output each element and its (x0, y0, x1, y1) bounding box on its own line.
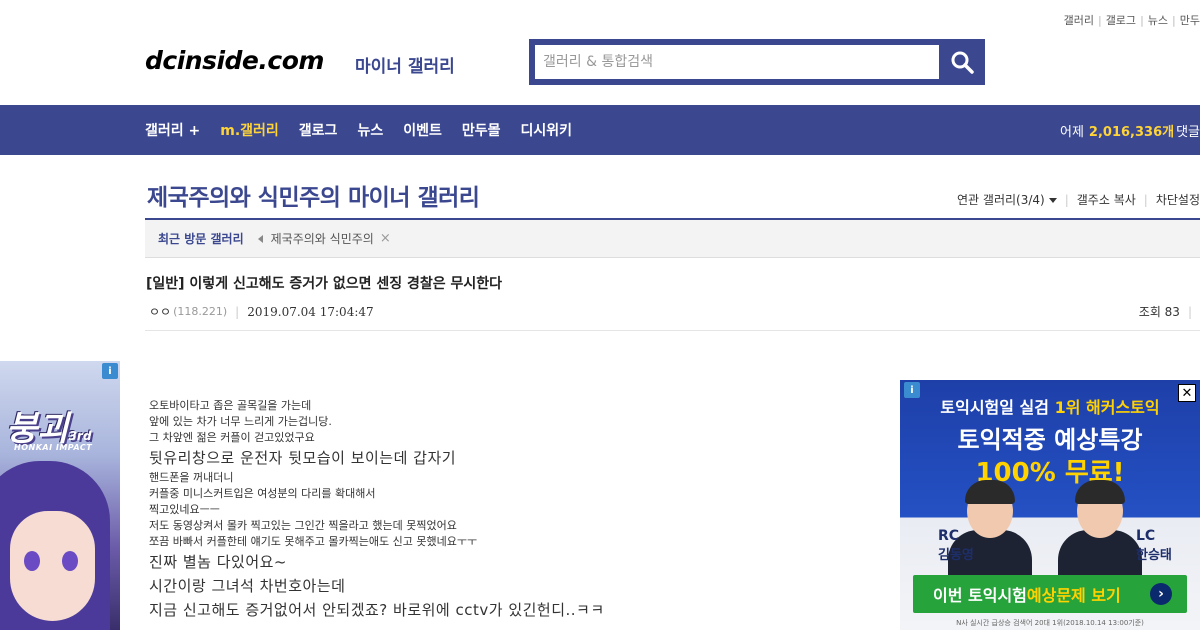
chevron-right-icon: › (1150, 583, 1172, 605)
nav-news[interactable]: 뉴스 (357, 120, 383, 140)
divider: | (1187, 305, 1192, 319)
stats-count: 2,016,336개 (1088, 124, 1175, 140)
ad-headline-3: 100% 무료! (975, 458, 1125, 488)
ad-headline-1b: 1위 해커스토익 (1054, 398, 1160, 417)
recent-gallery-item[interactable]: 제국주의와 식민주의 (271, 230, 374, 247)
post-title: [일반] 이렇게 신고해도 증거가 없으면 센징 경찰은 무시한다 (146, 276, 503, 292)
post-body: 오토바이타고 좁은 골목길을 가는데 앞에 있는 차가 너무 느리게 가는겁니당… (149, 398, 869, 622)
post-body-line: 그 차앞엔 젊은 커플이 걷고있었구요 (149, 431, 315, 444)
arrow-left-icon[interactable] (257, 234, 263, 243)
ad-character-eye (24, 551, 40, 571)
nav-gallog[interactable]: 갤로그 (299, 120, 338, 140)
nav-dcwiki[interactable]: 디시위키 (520, 120, 572, 140)
post-body-line: 앞에 있는 차가 너무 느리게 가는겁니당. (149, 415, 332, 428)
search-icon (951, 51, 974, 74)
ad-character-face (10, 511, 95, 621)
divider: | (235, 304, 240, 319)
ad-game-num: 3rd (68, 429, 92, 443)
ad-game-subtitle: HONKAI IMPACT (14, 443, 93, 452)
related-gallery-button[interactable]: 연관 갤러리(3/4) (957, 191, 1057, 208)
post-date: 2019.07.04 17:04:47 (247, 304, 374, 319)
post-views: 조회 83 | (1139, 303, 1192, 320)
nav-gallery[interactable]: 갤러리 + (145, 120, 200, 140)
ad-rc-code: RC (938, 528, 960, 544)
ad-cta-text-a: 이번 토익시험 (933, 586, 1027, 605)
search-box (529, 39, 985, 85)
close-icon[interactable]: × (380, 231, 391, 246)
post-body-line: 진짜 별놈 다있어요~ (149, 553, 288, 571)
logo-subtitle[interactable]: 마이너 갤러리 (355, 52, 455, 77)
search-input[interactable] (535, 45, 939, 79)
header: dcinside.com 마이너 갤러리 (0, 0, 1200, 105)
site-logo[interactable]: dcinside.com (145, 46, 324, 75)
post-body-line: 뒷유리창으로 운전자 뒷모습이 보이는데 갑자기 (149, 449, 457, 467)
post-ip: (118.221) (173, 305, 228, 318)
nav-event[interactable]: 이벤트 (403, 120, 442, 140)
post-body-line: 쪼끔 바빠서 커플한테 얘기도 못해주고 몰카찍는애도 신고 못했네요ㅜㅜ (149, 535, 478, 548)
ad-headline-2: 토익적중 예상특강 (957, 426, 1143, 454)
ad-cta-text-b: 예상문제 보기 (1026, 586, 1121, 605)
stats-prefix: 어제 (1060, 124, 1084, 140)
post-meta: ㅇㅇ (118.221) | 2019.07.04 17:04:47 (149, 303, 374, 320)
copy-address-button[interactable]: 갤주소 복사 (1077, 191, 1136, 208)
block-settings-button[interactable]: 차단설정 (1156, 191, 1200, 208)
divider: | (1143, 192, 1148, 207)
ad-cta-button[interactable]: 이번 토익시험 예상문제 보기 › (913, 575, 1187, 613)
post-body-line: 핸드폰을 꺼내더니 (149, 471, 234, 484)
ad-lc-tag: LC 한승태 (1136, 528, 1172, 563)
post-author[interactable]: ㅇㅇ (149, 303, 171, 320)
search-button[interactable] (939, 39, 985, 85)
post-body-line: 오토바이타고 좁은 골목길을 가는데 (149, 399, 312, 412)
nav-m-gallery[interactable]: m.갤러리 (220, 120, 279, 140)
post-body-line: 찍고있네요ㅡㅡ (149, 503, 220, 516)
post-body-line: 저도 동영상켜서 몰카 찍고있는 그인간 찍을라고 했는데 못찍었어요 (149, 519, 457, 532)
ad-lc-name: 한승태 (1136, 548, 1172, 563)
main-nav: 갤러리 + m.갤러리 갤로그 뉴스 이벤트 만두몰 디시위키 어제 2,016… (0, 105, 1200, 155)
post-body-line: 커플중 미니스커트입은 여성분의 다리를 확대해서 (149, 487, 376, 500)
post-body-line: 시간이랑 그녀석 차번호아는데 (149, 577, 346, 595)
post-header-divider (145, 330, 1200, 331)
ad-info-icon[interactable]: i (102, 363, 118, 379)
ad-character-eye (62, 551, 78, 571)
stats-suffix: 댓글 (1176, 124, 1200, 140)
divider: | (1064, 192, 1069, 207)
gallery-tools: 연관 갤러리(3/4) | 갤주소 복사 | 차단설정 (957, 191, 1200, 208)
ad-rc-tag: RC 김동영 (938, 528, 974, 563)
recent-gallery-bar: 최근 방문 갤러리 제국주의와 식민주의 × (145, 220, 1200, 258)
gallery-title[interactable]: 제국주의와 식민주의 마이너 갤러리 (147, 178, 480, 212)
nav-mandumall[interactable]: 만두몰 (462, 120, 501, 140)
comment-stats: 어제 2,016,336개 댓글 (1060, 105, 1200, 155)
right-banner-ad[interactable]: i ✕ 토익시험일 실검 1위 해커스토익 토익적중 예상특강 100% 무료!… (900, 380, 1200, 630)
related-gallery-label: 연관 갤러리(3/4) (957, 193, 1045, 207)
ad-headline-1: 토익시험일 실검 1위 해커스토익 (900, 394, 1200, 418)
view-count: 조회 83 (1138, 305, 1180, 319)
ad-lc-code: LC (1136, 528, 1156, 544)
ad-footnote: N사 실시간 급상승 검색어 20대 1위(2018.10.14 13:00기준… (956, 619, 1144, 627)
ad-headline-1a: 토익시험일 실검 (940, 398, 1055, 417)
ad-rc-name: 김동영 (938, 548, 974, 563)
post-body-line: 지금 신고해도 증거없어서 안되겠죠? 바로위에 cctv가 있긴헌디..ㅋㅋ (149, 601, 605, 619)
recent-gallery-label: 최근 방문 갤러리 (158, 232, 244, 246)
nav-items: 갤러리 + m.갤러리 갤로그 뉴스 이벤트 만두몰 디시위키 (145, 105, 592, 155)
left-banner-ad[interactable]: 붕괴3rd HONKAI IMPACT i (0, 361, 120, 630)
caret-down-icon (1048, 198, 1057, 203)
